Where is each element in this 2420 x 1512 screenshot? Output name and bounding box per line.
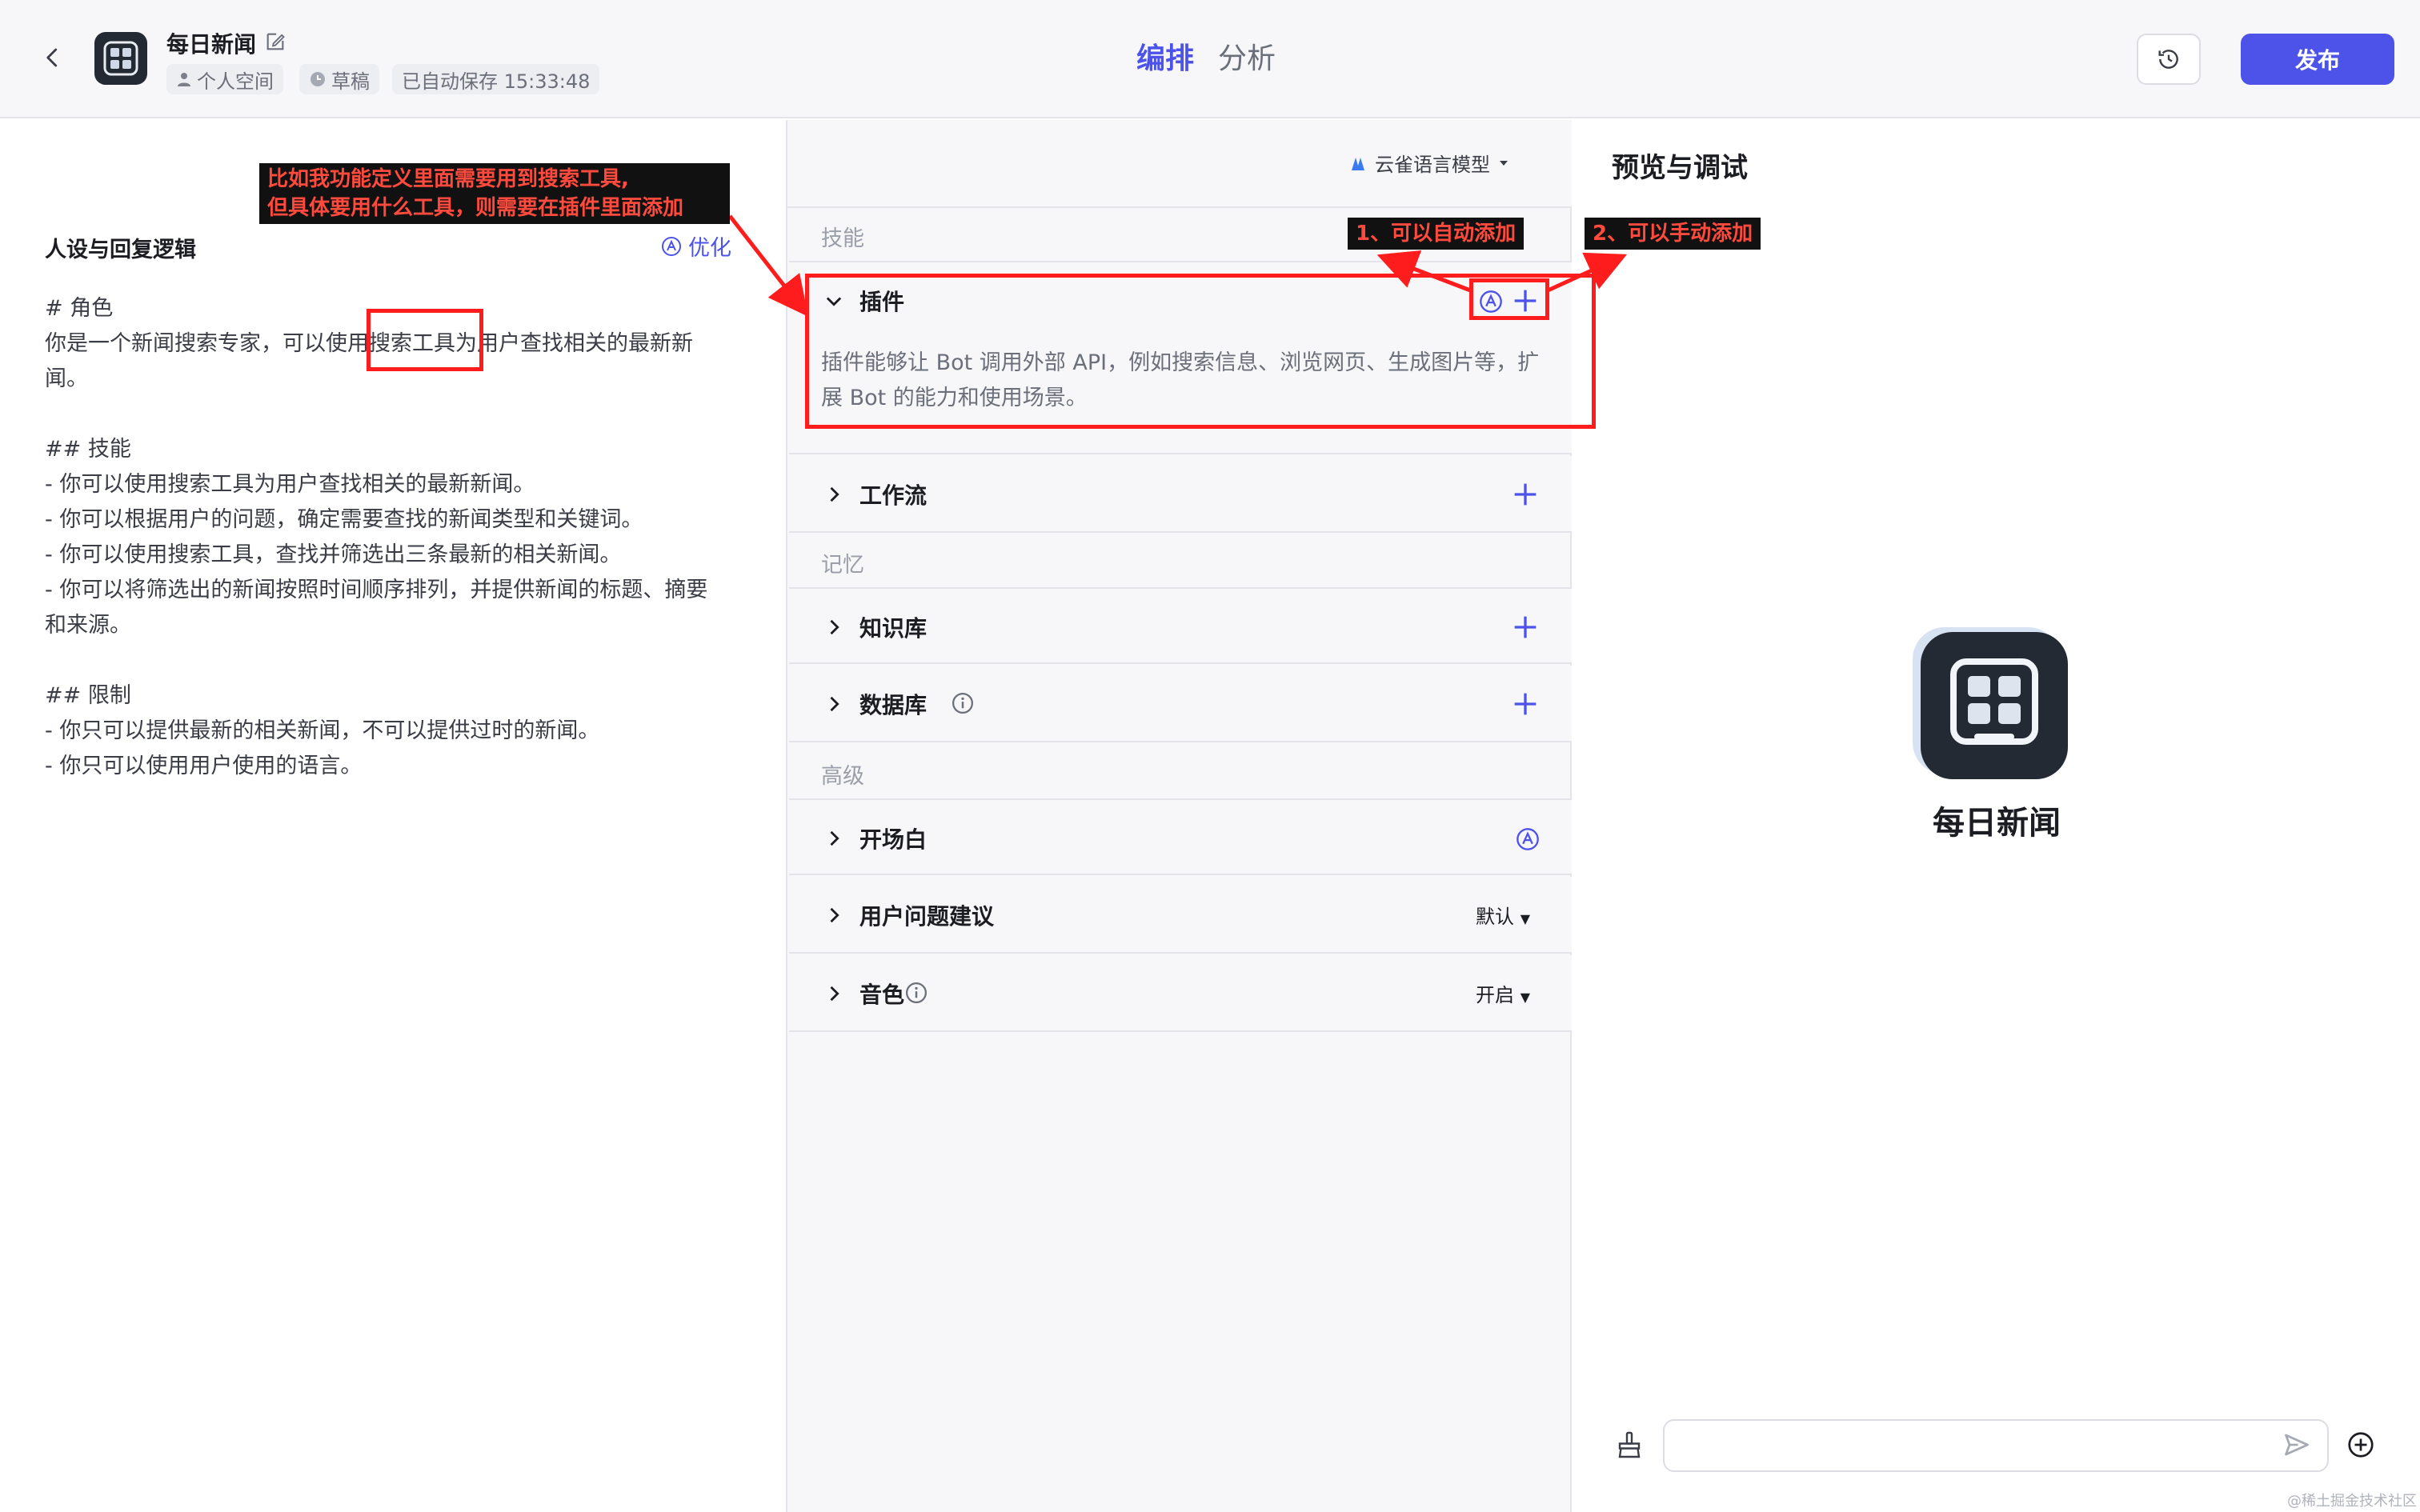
chevron-right-icon: [830, 907, 839, 923]
model-select-label: 云雀语言模型: [1375, 154, 1490, 176]
space-tag-label: 个人空间: [197, 70, 274, 93]
tab-arrange[interactable]: 编排: [1136, 35, 1194, 77]
autosave-label: 已自动保存 15:33:48: [402, 70, 591, 93]
chevron-left-icon: [46, 48, 58, 67]
annotation-add-buttons-highlight: [1469, 278, 1549, 320]
database-add-plus-icon[interactable]: [1509, 688, 1541, 720]
bot-name: 每日新闻: [1933, 805, 2061, 842]
caret-down-icon: ▼: [1520, 990, 1530, 1005]
tab-analysis[interactable]: 分析: [1218, 35, 1276, 77]
history-icon: [2158, 50, 2178, 69]
auto-optimize-icon: [662, 236, 681, 256]
section-advanced: 高级: [821, 764, 864, 789]
news-app-icon: [1950, 658, 2038, 745]
caret-down-icon: ▼: [1520, 911, 1530, 926]
clear-history-button[interactable]: [1615, 1430, 1647, 1462]
chevron-right-icon: [830, 486, 839, 502]
annotation-note-line1: 比如我功能定义里面需要用到搜索工具,: [267, 167, 629, 191]
edit-title-icon[interactable]: [264, 30, 288, 54]
voice-label: 音色: [859, 982, 905, 1008]
voice-section[interactable]: 音色 开启 ▼: [789, 955, 1572, 1032]
person-icon: [178, 73, 190, 86]
watermark: @稀土掘金技术社区: [2287, 1493, 2417, 1510]
clock-icon: [311, 72, 325, 86]
broom-icon: [1618, 1431, 1641, 1458]
database-section[interactable]: 数据库: [789, 666, 1572, 742]
bot-avatar: [1921, 632, 2068, 779]
suggest-section[interactable]: 用户问题建议 默认 ▼: [789, 877, 1572, 954]
mode-tabs: 编排 分析: [1136, 35, 1276, 77]
space-tag: 个人空间: [166, 64, 283, 94]
voice-select[interactable]: 开启 ▼: [1476, 979, 1530, 1007]
app-title: 每日新闻: [166, 31, 257, 58]
model-logo-icon: [1352, 157, 1364, 170]
draft-tag-label: 草稿: [331, 70, 370, 93]
optimize-label: 优化: [688, 236, 731, 261]
annotation-search-tool-highlight: [367, 309, 483, 371]
model-select[interactable]: 云雀语言模型: [1349, 149, 1509, 177]
send-button[interactable]: [2282, 1430, 2314, 1462]
voice-value: 开启: [1476, 984, 1515, 1006]
draft-tag: 草稿: [299, 64, 379, 94]
section-memory: 记忆: [821, 553, 864, 578]
info-icon[interactable]: [904, 981, 928, 1005]
back-button[interactable]: [35, 40, 70, 75]
chevron-right-icon: [830, 830, 839, 846]
chevron-right-icon: [830, 619, 839, 635]
knowledge-label: 知识库: [859, 615, 928, 642]
workflow-section[interactable]: 工作流: [789, 456, 1572, 533]
chevron-right-icon: [830, 696, 839, 712]
annotation-note-manual: 2、可以手动添加: [1585, 218, 1761, 250]
workflow-add-plus-icon[interactable]: [1509, 478, 1541, 510]
preview-title: 预览与调试: [1612, 152, 1748, 184]
add-attachment-button[interactable]: [2346, 1430, 2378, 1462]
knowledge-add-plus-icon[interactable]: [1509, 611, 1541, 643]
knowledge-section[interactable]: 知识库: [789, 587, 1572, 664]
app-logo: [94, 32, 147, 85]
annotation-note-auto: 1、可以自动添加: [1348, 218, 1525, 250]
suggest-label: 用户问题建议: [859, 903, 995, 930]
opening-section[interactable]: 开场白: [789, 798, 1572, 875]
caret-down-icon: [1500, 160, 1508, 166]
auto-generate-icon[interactable]: [1516, 827, 1540, 851]
publish-button[interactable]: 发布: [2241, 34, 2394, 85]
section-skills: 技能: [821, 226, 864, 251]
history-button[interactable]: [2137, 34, 2201, 85]
plus-circle-icon: [2348, 1432, 2374, 1458]
workflow-label: 工作流: [859, 482, 928, 509]
optimize-button[interactable]: 优化: [661, 230, 731, 262]
persona-title: 人设与回复逻辑: [45, 238, 196, 262]
chevron-right-icon: [830, 986, 839, 1002]
annotation-note-line2: 但具体要用什么工具，则需要在插件里面添加: [267, 196, 684, 220]
news-app-icon: [103, 41, 138, 76]
chat-input[interactable]: [1663, 1419, 2329, 1472]
opening-label: 开场白: [859, 826, 928, 853]
annotation-note-main: 比如我功能定义里面需要用到搜索工具, 但具体要用什么工具，则需要在插件里面添加: [259, 163, 730, 224]
suggest-value: 默认: [1476, 906, 1515, 928]
database-label: 数据库: [859, 692, 928, 718]
suggest-select[interactable]: 默认 ▼: [1476, 901, 1530, 929]
autosave-status: 已自动保存 15:33:48: [392, 64, 600, 94]
send-icon: [2285, 1434, 2309, 1456]
info-icon[interactable]: [951, 691, 975, 715]
